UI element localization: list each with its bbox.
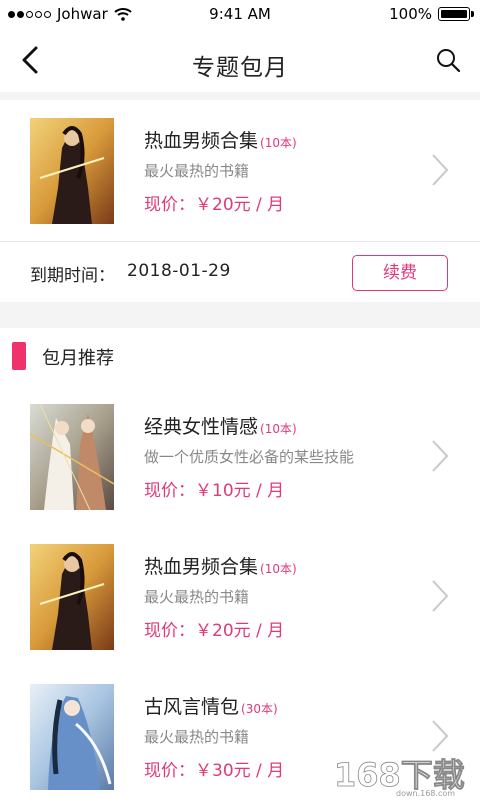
book-price: 现价：￥30元 / 月 — [144, 761, 285, 781]
book-description: 做一个优质女性必备的某些技能 — [144, 448, 355, 466]
search-icon[interactable] — [434, 46, 462, 74]
chevron-right-icon — [432, 720, 449, 752]
book-cover — [30, 404, 114, 510]
expiry-label: 到期时间： — [30, 266, 115, 286]
renew-button[interactable]: 续费 — [352, 255, 448, 291]
book-cover — [30, 544, 114, 650]
chevron-right-icon — [432, 154, 449, 186]
watermark-url: down.168.com — [396, 789, 455, 798]
recommend-item[interactable]: 经典女性情感 (10本) 做一个优质女性必备的某些技能 现价：￥10元 / 月 — [0, 390, 480, 526]
book-cover — [30, 684, 114, 790]
book-title: 热血男频合集 — [144, 130, 259, 152]
section-gap — [0, 302, 480, 328]
nav-bar: 专题包月 — [0, 28, 480, 92]
book-description: 最火最热的书籍 — [144, 728, 250, 746]
book-title: 热血男频合集 — [144, 556, 259, 578]
book-title-line: 经典女性情感 (10本) — [144, 412, 297, 439]
status-right: 100% — [389, 5, 474, 23]
book-count: (10本) — [260, 136, 297, 150]
battery-icon — [438, 7, 474, 21]
book-title-line: 热血男频合集 (10本) — [144, 126, 297, 153]
chevron-right-icon — [432, 580, 449, 612]
expiry-row: 到期时间： 2018-01-29 续费 — [0, 242, 480, 302]
book-title-line: 热血男频合集 (10本) — [144, 552, 297, 579]
nav-separator — [0, 92, 480, 100]
book-title-line: 古风言情包 (30本) — [144, 692, 278, 719]
book-count: (30本) — [241, 702, 278, 716]
book-count: (10本) — [260, 562, 297, 576]
section-title: 包月推荐 — [42, 348, 114, 369]
chevron-right-icon — [432, 440, 449, 472]
expiry-date: 2018-01-29 — [127, 261, 231, 281]
book-cover — [30, 118, 114, 224]
watermark-logo: 168下载 down.168.com — [334, 756, 465, 798]
book-price: 现价：￥20元 / 月 — [144, 195, 285, 215]
book-description: 最火最热的书籍 — [144, 162, 250, 180]
recommend-item[interactable]: 热血男频合集 (10本) 最火最热的书籍 现价：￥20元 / 月 — [0, 530, 480, 666]
subscribed-book-row[interactable]: 热血男频合集 (10本) 最火最热的书籍 现价：￥20元 / 月 — [0, 104, 480, 240]
battery-percent: 100% — [389, 5, 432, 23]
book-count: (10本) — [260, 422, 297, 436]
book-title: 经典女性情感 — [144, 416, 259, 438]
book-price: 现价：￥20元 / 月 — [144, 621, 285, 641]
book-title: 古风言情包 — [144, 696, 240, 718]
book-price: 现价：￥10元 / 月 — [144, 481, 285, 501]
page-title: 专题包月 — [192, 55, 288, 81]
section-header: 包月推荐 — [0, 328, 480, 384]
book-description: 最火最热的书籍 — [144, 588, 250, 606]
status-bar: Johwar 9:41 AM 100% — [0, 0, 480, 28]
section-accent-bar — [12, 342, 26, 370]
